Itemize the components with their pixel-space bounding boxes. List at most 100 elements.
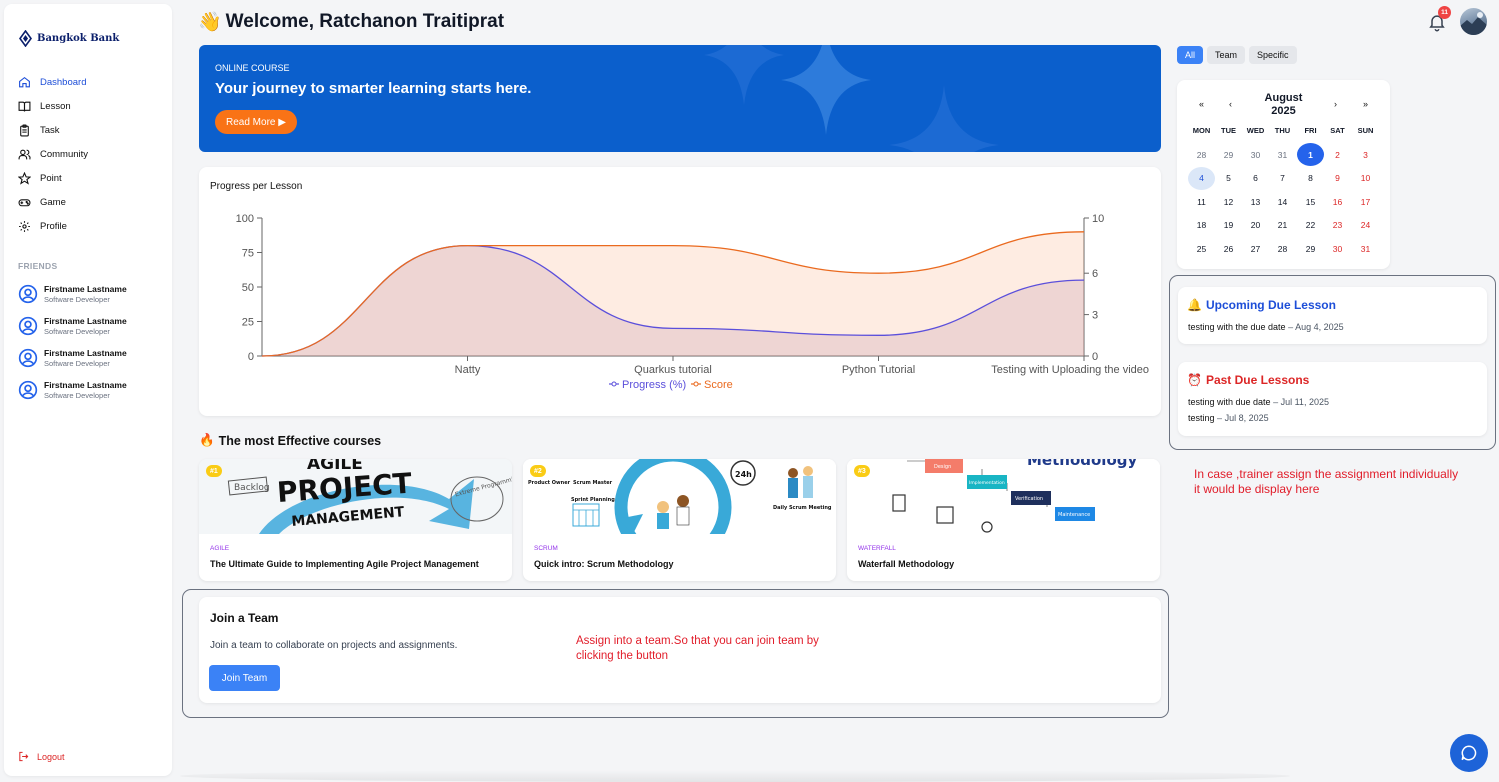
brand-logo[interactable]: Bangkok Bank: [18, 30, 119, 47]
calendar-day[interactable]: 26: [1215, 237, 1242, 260]
calendar-day[interactable]: 28: [1188, 143, 1215, 166]
calendar-day[interactable]: 22: [1297, 214, 1324, 237]
friend-item[interactable]: Firstname Lastname Software Developer: [18, 310, 127, 342]
brand-name: Bangkok Bank: [37, 33, 120, 44]
friend-role: Software Developer: [44, 359, 110, 368]
friend-item[interactable]: Firstname Lastname Software Developer: [18, 342, 127, 374]
y-left-tick-label: 0: [248, 351, 254, 363]
calendar-day[interactable]: 17: [1352, 190, 1379, 213]
calendar-year: 2025: [1271, 105, 1296, 117]
methodology-word: Methodology: [1027, 459, 1137, 469]
24h-text: 24h: [735, 470, 752, 479]
course-category: WATERFALL: [858, 545, 896, 552]
annotation-line: In case ,trainer assign the assignment i…: [1194, 467, 1459, 481]
hero-banner: ONLINE COURSE Your journey to smarter le…: [199, 45, 1161, 152]
due-item[interactable]: testing – Jul 8, 2025: [1188, 413, 1269, 423]
calendar-day[interactable]: 2: [1324, 143, 1351, 166]
friend-item[interactable]: Firstname Lastname Software Developer: [18, 278, 127, 310]
due-item-date: Jul 8, 2025: [1224, 413, 1269, 423]
chat-button[interactable]: [1450, 734, 1488, 772]
logout-button[interactable]: Logout: [18, 751, 65, 762]
course-thumbnail: 24h Product Owner Scrum Master Sprint Pl…: [523, 459, 836, 534]
legend-marker: [611, 381, 617, 387]
calendar-day[interactable]: 7: [1269, 167, 1296, 190]
friend-item[interactable]: Firstname Lastname Software Developer: [18, 374, 127, 406]
due-item[interactable]: testing with the due date – Aug 4, 2025: [1188, 322, 1344, 332]
course-thumbnail: Methodology Design Implementation Verifi…: [847, 459, 1160, 534]
friends-list: Firstname Lastname Software Developer Fir…: [18, 278, 127, 406]
calendar-day[interactable]: 14: [1269, 190, 1296, 213]
calendar-day[interactable]: 30: [1324, 237, 1351, 260]
calendar-day[interactable]: 10: [1352, 167, 1379, 190]
calendar-day[interactable]: 21: [1269, 214, 1296, 237]
calendar-day[interactable]: 5: [1215, 167, 1242, 190]
sidebar-item-label: Point: [40, 172, 62, 184]
calendar-day[interactable]: 19: [1215, 214, 1242, 237]
calendar-day[interactable]: 18: [1188, 214, 1215, 237]
calendar-day[interactable]: 9: [1324, 167, 1351, 190]
calendar-day[interactable]: 4: [1188, 166, 1215, 190]
past-due-card: ⏰ Past Due Lessons testing with due date…: [1178, 362, 1487, 436]
legend-marker: [693, 381, 699, 387]
bell-emoji-icon: 🔔: [1187, 298, 1202, 312]
course-card-waterfall[interactable]: Methodology Design Implementation Verifi…: [847, 459, 1160, 581]
calendar-day[interactable]: 20: [1242, 214, 1269, 237]
sidebar-item-lesson[interactable]: Lesson: [18, 94, 168, 118]
course-category: AGILE: [210, 545, 230, 552]
calendar-day[interactable]: 24: [1352, 214, 1379, 237]
calendar-day[interactable]: 3: [1352, 143, 1379, 166]
calendar-day[interactable]: 13: [1242, 190, 1269, 213]
calendar-day[interactable]: 11: [1188, 190, 1215, 213]
calendar-day[interactable]: 1: [1297, 143, 1324, 166]
calendar-day[interactable]: 28: [1269, 237, 1296, 260]
avatar[interactable]: [1460, 8, 1487, 35]
x-tick-label: Python Tutorial: [842, 364, 915, 376]
calendar-day[interactable]: 29: [1215, 143, 1242, 166]
clipboard-icon: [20, 124, 29, 136]
join-team-button[interactable]: Join Team: [209, 665, 280, 691]
calendar-day[interactable]: 29: [1297, 237, 1324, 260]
calendar-day[interactable]: 23: [1324, 214, 1351, 237]
sidebar-item-game[interactable]: Game: [18, 190, 168, 214]
calendar-day[interactable]: 8: [1297, 167, 1324, 190]
sidebar-item-dashboard[interactable]: Dashboard: [18, 70, 168, 94]
due-item[interactable]: testing with due date – Jul 11, 2025: [1188, 397, 1329, 407]
next-year-button[interactable]: »: [1363, 99, 1368, 109]
next-month-button[interactable]: ›: [1334, 99, 1337, 109]
course-title: The Ultimate Guide to Implementing Agile…: [210, 559, 479, 569]
sidebar-item-community[interactable]: Community: [18, 142, 168, 166]
sidebar-item-task[interactable]: Task: [18, 118, 168, 142]
calendar-day[interactable]: 27: [1242, 237, 1269, 260]
filter-team[interactable]: Team: [1207, 46, 1246, 64]
course-card-scrum[interactable]: 24h Product Owner Scrum Master Sprint Pl…: [523, 459, 836, 581]
assignment-filter: All Team Specific: [1177, 46, 1297, 64]
sidebar-item-point[interactable]: Point: [18, 166, 168, 190]
filter-all[interactable]: All: [1177, 46, 1204, 64]
y-left-tick-label: 25: [242, 317, 254, 329]
verification-step-text: Verification: [1015, 496, 1043, 502]
calendar-day[interactable]: 30: [1242, 143, 1269, 166]
progress-chart: 0 25 50 75 100 0 3 6 10 Natty Quarkus tutorial Pyth…: [236, 213, 1149, 391]
calendar-day[interactable]: 15: [1297, 190, 1324, 213]
sidebar-item-label: Game: [40, 196, 66, 208]
annotation-line: Assign into a team.So that you can join …: [576, 635, 819, 647]
design-step-text: Design: [934, 464, 951, 470]
users-icon: [18, 149, 31, 159]
read-more-button[interactable]: Read More ▶: [215, 110, 297, 134]
calendar-day[interactable]: 12: [1215, 190, 1242, 213]
calendar-day[interactable]: 16: [1324, 190, 1351, 213]
upcoming-due-heading: Upcoming Due Lesson: [1205, 298, 1336, 312]
past-due-title: ⏰ Past Due Lessons: [1187, 373, 1309, 387]
filter-specific[interactable]: Specific: [1249, 46, 1297, 64]
course-thumbnail: Backlog Extreme Programming AGILE PROJEC…: [199, 459, 512, 534]
sidebar-item-label: Community: [40, 148, 89, 160]
user-circle-icon: [18, 284, 38, 304]
calendar-day[interactable]: 31: [1352, 237, 1379, 260]
sidebar-item-profile[interactable]: Profile: [18, 214, 168, 238]
y-right-tick-label: 6: [1092, 268, 1098, 280]
calendar-day[interactable]: 25: [1188, 237, 1215, 260]
product-owner-text: Product Owner: [528, 480, 571, 486]
course-card-agile[interactable]: Backlog Extreme Programming AGILE PROJEC…: [199, 459, 512, 581]
calendar-day[interactable]: 6: [1242, 167, 1269, 190]
calendar-day[interactable]: 31: [1269, 143, 1296, 166]
